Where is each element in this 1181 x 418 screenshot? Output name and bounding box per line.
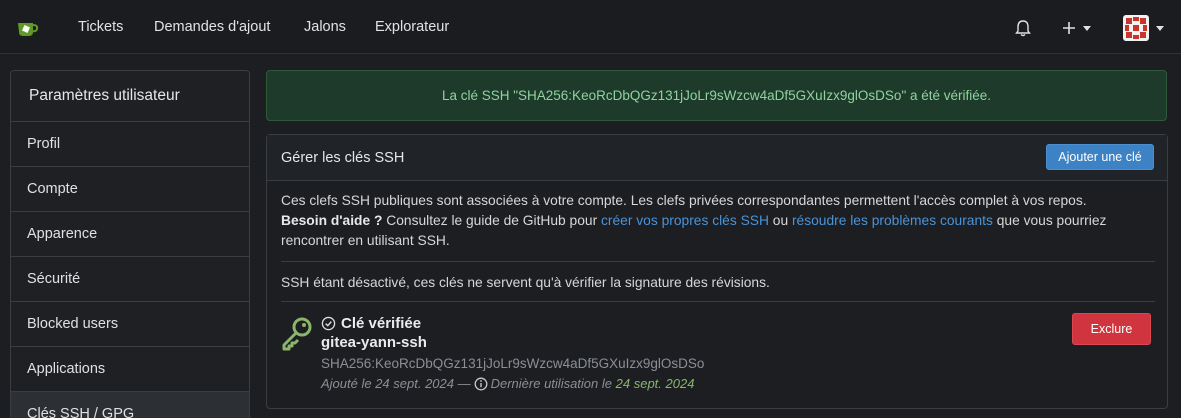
verified-status: Clé vérifiée: [321, 315, 421, 332]
key-fingerprint: SHA256:KeoRcDbQGz131jJoLr9sWzcw4aDf5GXuI…: [321, 356, 705, 371]
panel-title: Gérer les clés SSH: [281, 150, 405, 166]
ssh-keys-panel: Gérer les clés SSH Ajouter une clé Ces c…: [266, 134, 1168, 409]
create-ssh-keys-link[interactable]: créer vos propres clés SSH: [601, 213, 769, 228]
success-flash-message: La clé SSH "SHA256:KeoRcDbQGz131jJoLr9sW…: [266, 70, 1167, 121]
sidebar-item-account[interactable]: Compte: [11, 167, 249, 212]
sidebar-title: Paramètres utilisateur: [11, 71, 249, 122]
nav-tickets[interactable]: Tickets: [78, 19, 123, 35]
help-text: Besoin d'aide ? Consultez le guide de Gi…: [281, 213, 1106, 228]
gitea-logo-icon[interactable]: [16, 16, 40, 40]
chevron-down-icon: [1083, 25, 1091, 31]
nav-milestones[interactable]: Jalons: [304, 19, 346, 35]
last-used-label: Dernière utilisation le: [490, 376, 613, 391]
bell-icon: [1015, 20, 1031, 37]
key-meta: Ajouté le 24 sept. 2024 — Dernière utili…: [321, 376, 694, 391]
verified-label: Clé vérifiée: [341, 315, 422, 332]
troubleshoot-link[interactable]: résoudre les problèmes courants: [792, 213, 993, 228]
delete-key-button[interactable]: Exclure: [1072, 313, 1151, 345]
top-navbar: Tickets Demandes d'ajout Jalons Explorat…: [0, 0, 1181, 54]
notifications-button[interactable]: [1014, 14, 1032, 42]
nav-pull-requests[interactable]: Demandes d'ajout: [154, 19, 270, 35]
sidebar-item-blocked-users[interactable]: Blocked users: [11, 302, 249, 347]
added-date: Ajouté le 24 sept. 2024 —: [321, 376, 471, 391]
info-icon: [474, 377, 488, 390]
help-bold-label: Besoin d'aide ?: [281, 213, 383, 228]
sidebar-item-profile[interactable]: Profil: [11, 122, 249, 167]
help-text-part1: Consultez le guide de GitHub pour: [382, 213, 602, 228]
nav-explore[interactable]: Explorateur: [375, 19, 449, 35]
user-menu-button[interactable]: [1123, 14, 1164, 42]
sidebar-item-ssh-gpg-keys[interactable]: Clés SSH / GPG: [11, 392, 249, 418]
chevron-down-icon: [1156, 25, 1164, 31]
key-name: gitea-yann-ssh: [321, 334, 427, 351]
sidebar-item-security[interactable]: Sécurité: [11, 257, 249, 302]
plus-icon: [1063, 22, 1075, 34]
divider: [281, 261, 1155, 262]
ssh-disabled-note: SSH étant désactivé, ces clés ne servent…: [281, 275, 770, 290]
divider: [281, 301, 1155, 302]
sidebar-item-applications[interactable]: Applications: [11, 347, 249, 392]
help-text-part2: ou: [768, 213, 792, 228]
sidebar-item-appearance[interactable]: Apparence: [11, 212, 249, 257]
help-text-part3: que vous pourriez: [992, 213, 1107, 228]
panel-header: Gérer les clés SSH Ajouter une clé: [267, 135, 1167, 181]
last-used-date: 24 sept. 2024: [615, 376, 695, 391]
check-circle-icon: [321, 316, 336, 331]
help-text-continued: rencontrer en utilisant SSH.: [281, 233, 450, 248]
settings-sidebar: Paramètres utilisateur Profil Compte App…: [10, 70, 250, 418]
ssh-description: Ces clefs SSH publiques sont associées à…: [281, 193, 1087, 208]
avatar: [1123, 15, 1149, 41]
add-key-button[interactable]: Ajouter une clé: [1046, 144, 1154, 170]
key-icon: [282, 317, 312, 351]
create-menu-button[interactable]: [1062, 14, 1091, 42]
